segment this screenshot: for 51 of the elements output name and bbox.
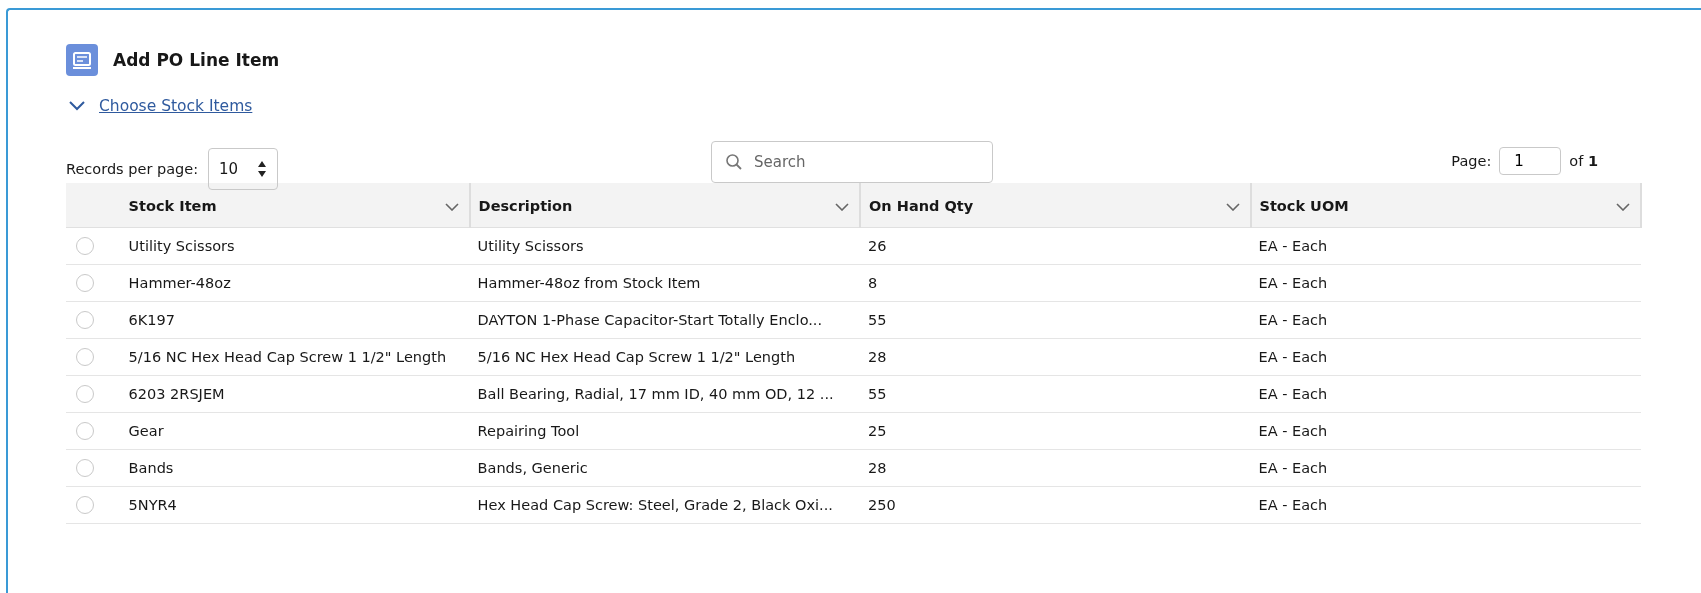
table-cell: 5/16 NC Hex Head Cap Screw 1 1/2" Length bbox=[128, 349, 447, 365]
table-cell: 5/16 NC Hex Head Cap Screw 1 1/2" Length bbox=[477, 349, 796, 365]
search-field[interactable]: Search bbox=[711, 141, 994, 183]
chevron-icon[interactable] bbox=[69, 101, 85, 111]
chevron-icon[interactable] bbox=[1616, 202, 1630, 211]
page-field[interactable]: 1 bbox=[1499, 146, 1562, 175]
records-per-page-label: Records per page: bbox=[66, 161, 199, 177]
table-cell: Utility Scissors bbox=[477, 238, 584, 254]
table-cell: EA - Each bbox=[1258, 497, 1328, 513]
stepper-icon bbox=[257, 159, 268, 179]
table-cell: EA - Each bbox=[1258, 238, 1328, 254]
page-label: Page: bbox=[1451, 152, 1492, 169]
table-cell: EA - Each bbox=[1258, 386, 1328, 402]
table-cell: EA - Each bbox=[1258, 423, 1328, 439]
table-cell: Hex Head Cap Screw: Steel, Grade 2, Black Oxi... bbox=[477, 497, 833, 513]
table-cell: 250 bbox=[868, 497, 896, 513]
column-header[interactable]: Stock Item bbox=[120, 183, 470, 228]
table-cell: Hammer-48oz bbox=[128, 275, 231, 291]
table-cell: 6K197 bbox=[128, 312, 176, 328]
table-cell: 8 bbox=[868, 275, 878, 291]
table-cell: Gear bbox=[128, 423, 164, 439]
table-cell: 5NYR4 bbox=[128, 497, 177, 513]
table-cell: 26 bbox=[868, 238, 887, 254]
table-cell: Ball Bearing, Radial, 17 mm ID, 40 mm OD, 12 ... bbox=[477, 386, 834, 402]
table-cell: EA - Each bbox=[1258, 275, 1328, 291]
document-icon bbox=[66, 44, 98, 76]
table-cell: Hammer-48oz from Stock Item bbox=[477, 275, 701, 291]
table-cell: EA - Each bbox=[1258, 460, 1328, 476]
column-header[interactable]: On Hand Qty bbox=[860, 183, 1251, 228]
table-cell: Repairing Tool bbox=[477, 423, 580, 439]
table-cell: Bands, Generic bbox=[477, 460, 588, 476]
page-total: of 1 bbox=[1569, 152, 1598, 169]
table-cell: Bands bbox=[128, 460, 174, 476]
table-cell: 55 bbox=[868, 312, 887, 328]
chevron-icon[interactable] bbox=[835, 202, 850, 211]
table-cell: DAYTON 1-Phase Capacitor-Start Totally Enclo... bbox=[477, 312, 823, 328]
table-cell: 25 bbox=[868, 423, 887, 439]
chevron-icon[interactable] bbox=[444, 202, 459, 211]
column-header[interactable]: Description bbox=[469, 183, 861, 228]
table-cell: EA - Each bbox=[1258, 349, 1328, 365]
table-cell: 28 bbox=[868, 349, 887, 365]
table-cell: 6203 2RSJEM bbox=[128, 386, 225, 402]
records-per-page-field[interactable]: 10 bbox=[208, 148, 279, 190]
chevron-icon[interactable] bbox=[1225, 202, 1240, 211]
table-cell: 55 bbox=[868, 386, 887, 402]
column-header[interactable]: Stock UOM bbox=[1250, 183, 1641, 228]
table-cell: 28 bbox=[868, 460, 887, 476]
table-cell: Utility Scissors bbox=[128, 238, 235, 254]
panel-title: Add PO Line Item bbox=[113, 50, 280, 70]
section-link[interactable]: Choose Stock Items bbox=[99, 97, 253, 115]
table-cell: EA - Each bbox=[1258, 312, 1328, 328]
